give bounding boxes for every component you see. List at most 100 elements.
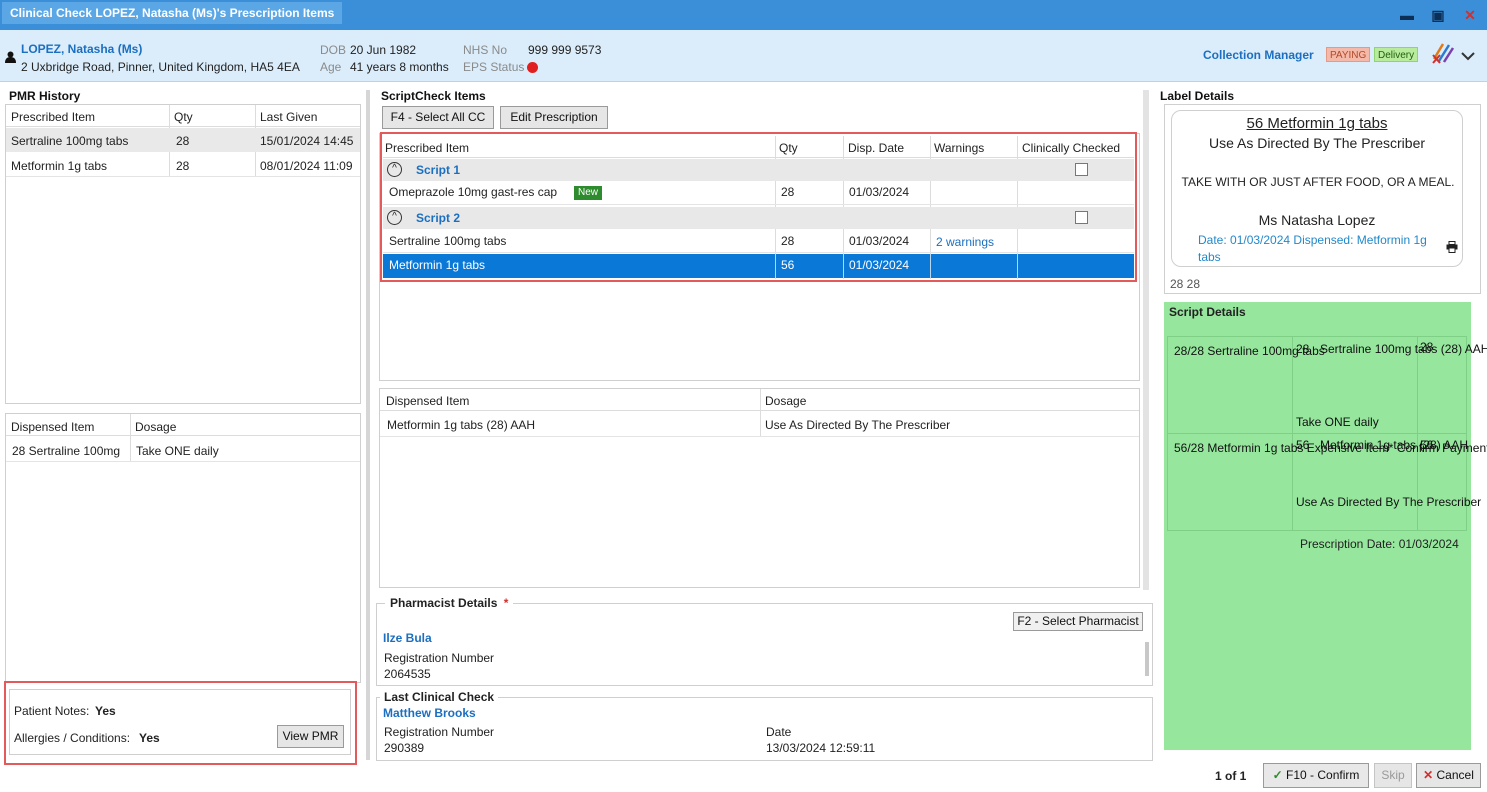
person-icon xyxy=(5,51,16,63)
script-detail-dosage: Take ONE daily xyxy=(1296,415,1379,429)
label-preview: 56 Metformin 1g tabs Use As Directed By … xyxy=(1171,110,1463,267)
select-all-cc-button[interactable]: F4 - Select All CC xyxy=(382,106,494,129)
col-clinically-checked[interactable]: Clinically Checked xyxy=(1022,141,1120,155)
label-heading: 56 Metformin 1g tabs xyxy=(1246,115,1388,132)
row-item: Sertraline 100mg tabs xyxy=(389,234,507,248)
script-1-checkbox[interactable] xyxy=(1075,163,1088,176)
allergies-value: Yes xyxy=(139,731,160,745)
patient-notes-value: Yes xyxy=(95,704,116,718)
cancel-button[interactable]: ✕ Cancel xyxy=(1416,763,1481,788)
patient-name[interactable]: LOPEZ, Natasha (Ms) xyxy=(21,42,142,56)
pharmacist-title-text: Pharmacist Details xyxy=(390,596,498,610)
row-item: Metformin 1g tabs xyxy=(389,258,486,272)
dob-value: 20 Jun 1982 xyxy=(350,43,417,57)
center-scrollbar[interactable] xyxy=(1143,90,1149,590)
pharmacist-scrollbar[interactable] xyxy=(1145,642,1149,676)
script-group-row[interactable]: ^ Script 1 xyxy=(383,159,1134,181)
last-check-date-label: Date xyxy=(766,725,792,739)
pharmacist-details-title: Pharmacist Details * xyxy=(385,596,514,610)
last-check-name[interactable]: Matthew Brooks xyxy=(383,706,476,720)
new-badge: New xyxy=(574,186,603,200)
label-patient: Ms Natasha Lopez xyxy=(1258,212,1376,228)
left-splitter[interactable] xyxy=(366,90,370,760)
col-prescribed-item[interactable]: Prescribed Item xyxy=(11,110,95,124)
delivery-badge: Delivery xyxy=(1374,47,1419,62)
select-pharmacist-button[interactable]: F2 - Select Pharmacist xyxy=(1013,612,1143,631)
script-1-label[interactable]: Script 1 xyxy=(416,163,460,177)
table-row[interactable]: Sertraline 100mg tabs 28 15/01/2024 14:4… xyxy=(6,128,360,152)
row-qty: 28 xyxy=(781,234,795,248)
row-last-given: 08/01/2024 11:09 xyxy=(260,159,353,173)
script-details-panel: Script Details 28/28 Sertraline 100mg ta… xyxy=(1164,302,1487,750)
script-group-row[interactable]: ^ Script 2 xyxy=(383,207,1134,229)
window-titlebar: Clinical Check LOPEZ, Natasha (Ms)'s Pre… xyxy=(0,0,1487,30)
row-date: 01/03/2024 xyxy=(849,234,910,248)
script-2-label[interactable]: Script 2 xyxy=(416,211,460,225)
col-warnings[interactable]: Warnings xyxy=(934,141,984,155)
scriptcheck-title: ScriptCheck Items xyxy=(381,89,486,103)
col-dosage[interactable]: Dosage xyxy=(765,394,806,408)
col-dispensed-item[interactable]: Dispensed Item xyxy=(386,394,469,408)
patient-notes-box: Patient Notes: Yes Allergies / Condition… xyxy=(9,689,351,755)
collapse-icon[interactable]: ^ xyxy=(387,162,402,177)
col-dispensed-item[interactable]: Dispensed Item xyxy=(11,420,94,434)
chevron-down-icon[interactable] xyxy=(1460,50,1476,62)
table-row[interactable]: Metformin 1g tabs 28 08/01/2024 11:09 xyxy=(6,153,360,177)
pharmacist-details-box: Pharmacist Details * F2 - Select Pharmac… xyxy=(376,596,1153,686)
table-row[interactable]: Metformin 1g tabs (28) AAH Use As Direct… xyxy=(380,413,1139,437)
dob-label: DOB xyxy=(320,43,347,57)
row-last-given: 15/01/2024 14:45 xyxy=(260,134,354,148)
table-row[interactable]: Sertraline 100mg tabs 28 01/03/2024 2 wa… xyxy=(383,229,1134,253)
table-row[interactable]: 28 Sertraline 100mg Take ONE daily xyxy=(6,438,360,462)
maximize-icon[interactable]: ▣ xyxy=(1429,6,1447,24)
row-dosage: Take ONE daily xyxy=(136,444,219,458)
prescription-date: Prescription Date: 01/03/2024 xyxy=(1300,537,1459,551)
label-footer: Date: 01/03/2024 Dispensed: Metformin 1g… xyxy=(1198,233,1427,264)
close-icon[interactable]: ✕ xyxy=(1461,6,1479,24)
confirm-button[interactable]: ✓ F10 - Confirm xyxy=(1263,763,1369,788)
col-disp-date[interactable]: Disp. Date xyxy=(848,141,904,155)
script-detail-dosage: Use As Directed By The Prescriber xyxy=(1296,495,1482,509)
pmr-dispensed-grid: Dispensed Item Dosage 28 Sertraline 100m… xyxy=(5,413,361,683)
table-row-selected[interactable]: Metformin 1g tabs 56 01/03/2024 xyxy=(383,254,1134,278)
row-qty: 56 xyxy=(781,258,795,272)
col-qty[interactable]: Qty xyxy=(174,110,193,124)
minimize-icon[interactable]: ▬ xyxy=(1398,6,1416,24)
collapse-icon[interactable]: ^ xyxy=(387,210,402,225)
warnings-link[interactable]: 2 warnings xyxy=(936,235,994,249)
row-item: Sertraline 100mg tabs xyxy=(11,134,129,148)
label-warning: TAKE WITH OR JUST AFTER FOOD, OR A MEAL. xyxy=(1181,175,1455,189)
script-2-checkbox[interactable] xyxy=(1075,211,1088,224)
cancel-icon: ✕ xyxy=(1423,768,1434,782)
col-last-given[interactable]: Last Given xyxy=(260,110,317,124)
eps-status-indicator xyxy=(527,62,538,73)
skip-button[interactable]: Skip xyxy=(1374,763,1412,788)
label-details-title: Label Details xyxy=(1160,89,1235,103)
eps-flags-icon[interactable] xyxy=(1431,41,1455,65)
paying-badge: PAYING xyxy=(1326,47,1371,62)
nhs-label: NHS No xyxy=(463,43,508,57)
window-title: Clinical Check LOPEZ, Natasha (Ms)'s Pre… xyxy=(2,2,343,24)
pmr-history-title: PMR History xyxy=(9,89,81,103)
row-date: 01/03/2024 xyxy=(849,258,910,272)
script-details-table: 28/28 Sertraline 100mg tabs 28 Sertralin… xyxy=(1167,336,1487,531)
row-item: Omeprazole 10mg gast-res cap xyxy=(389,185,558,199)
printer-icon[interactable] xyxy=(1446,241,1458,253)
required-marker: * xyxy=(503,596,509,610)
pmr-history-grid: Prescribed Item Qty Last Given Sertralin… xyxy=(5,104,361,404)
edit-prescription-button[interactable]: Edit Prescription xyxy=(500,106,608,129)
row-item: Metformin 1g tabs xyxy=(11,159,108,173)
collection-manager-link[interactable]: Collection Manager xyxy=(1203,48,1314,62)
col-dosage[interactable]: Dosage xyxy=(135,420,176,434)
last-clinical-check-title: Last Clinical Check xyxy=(380,690,499,704)
eps-status-label: EPS Status xyxy=(463,60,525,74)
table-row[interactable]: Omeprazole 10mg gast-res cap New 28 01/0… xyxy=(383,181,1134,205)
col-qty[interactable]: Qty xyxy=(779,141,798,155)
cancel-label: Cancel xyxy=(1436,768,1474,782)
page-indicator: 1 of 1 xyxy=(1215,769,1247,783)
pharmacist-name[interactable]: Ilze Bula xyxy=(383,631,432,645)
col-prescribed-item[interactable]: Prescribed Item xyxy=(385,141,469,155)
view-pmr-button[interactable]: View PMR xyxy=(277,725,344,748)
registration-label: Registration Number xyxy=(384,651,495,665)
age-label: Age xyxy=(320,60,342,74)
